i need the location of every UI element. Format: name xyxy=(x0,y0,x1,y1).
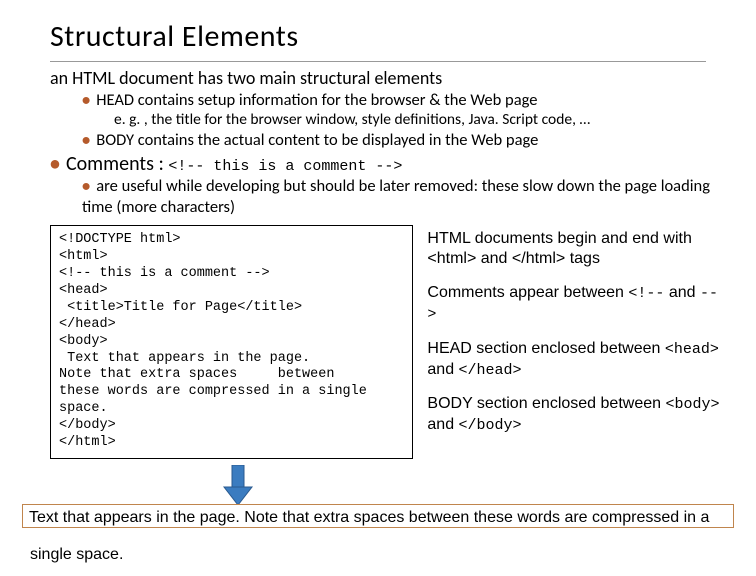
explanation-head: HEAD section enclosed between <head> and… xyxy=(427,339,726,381)
text: HEAD section enclosed between xyxy=(427,340,664,357)
rendered-output-box: Text that appears in the page. Note that… xyxy=(22,504,734,528)
comments-label: Comments : xyxy=(66,152,168,176)
explanation-column: HTML documents begin and end with <html>… xyxy=(427,225,726,458)
comments-code: <!-- this is a comment --> xyxy=(168,158,402,175)
two-column-area: <!DOCTYPE html> <html> <!-- this is a co… xyxy=(50,225,726,458)
code-example-box: <!DOCTYPE html> <html> <!-- this is a co… xyxy=(50,225,413,458)
code-text: <body> xyxy=(665,396,719,413)
bullet-comments: •Comments : <!-- this is a comment --> xyxy=(0,152,756,176)
text: BODY section enclosed between xyxy=(427,395,665,412)
output-text-line2: single space. xyxy=(30,546,123,564)
text: and xyxy=(664,284,700,301)
code-text: </head> xyxy=(459,362,522,379)
bullet-head-text: HEAD contains setup information for the … xyxy=(96,90,537,110)
bullet-icon: • xyxy=(82,90,90,110)
code-text: <!-- xyxy=(628,285,664,302)
bullet-body-text: BODY contains the actual content to be d… xyxy=(96,130,538,150)
slide-title: Structural Elements xyxy=(0,0,756,57)
text: </html> xyxy=(512,250,565,267)
text: <html> xyxy=(427,250,476,267)
title-underline xyxy=(50,61,706,62)
bullet-icon: • xyxy=(50,152,60,176)
bullet-head: • HEAD contains setup information for the… xyxy=(0,90,756,111)
text: HTML documents begin and end with xyxy=(427,230,691,247)
comments-sub-text: are useful while developing but should b… xyxy=(82,176,710,217)
code-text: </body> xyxy=(459,417,522,434)
bullet-icon: • xyxy=(82,176,90,196)
text: and xyxy=(427,361,458,378)
explanation-body: BODY section enclosed between <body> and… xyxy=(427,394,726,436)
text: and xyxy=(427,416,458,433)
text: Comments appear between xyxy=(427,284,628,301)
output-text-line1: Text that appears in the page. Note that… xyxy=(29,509,709,526)
bullet-icon: • xyxy=(82,130,90,150)
bullet-body: • BODY contains the actual content to be … xyxy=(0,130,756,151)
intro-text: an HTML document has two main structural… xyxy=(0,68,756,90)
text: and xyxy=(476,250,512,267)
code-text: <head> xyxy=(665,341,719,358)
bullet-head-example: e. g. , the title for the browser window… xyxy=(0,110,756,129)
explanation-html-tags: HTML documents begin and end with <html>… xyxy=(427,229,726,269)
text: tags xyxy=(565,250,600,267)
bullet-comments-sub: •are useful while developing but should … xyxy=(0,176,756,217)
explanation-comments: Comments appear between <!-- and --> xyxy=(427,283,726,325)
